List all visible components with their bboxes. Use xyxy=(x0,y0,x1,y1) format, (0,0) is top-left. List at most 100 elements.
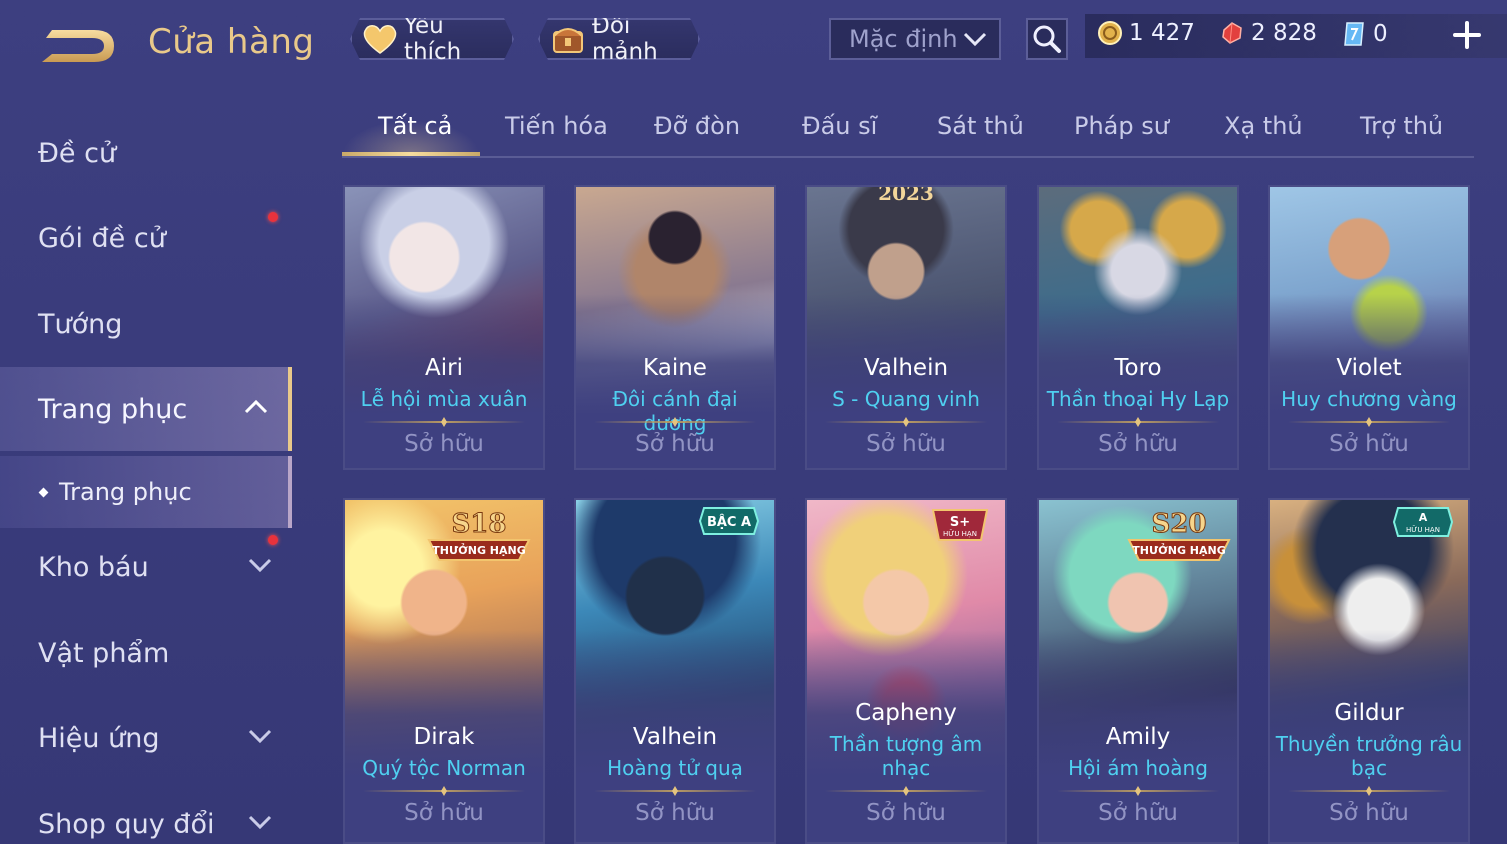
tab-all[interactable]: Tất cả xyxy=(378,112,452,140)
hero-name: Dirak xyxy=(413,724,475,750)
card-divider xyxy=(363,790,525,792)
top-bar: Cửa hàng Yêu thích Đổi mảnh Mặc định 1 4… xyxy=(0,0,1507,80)
card-divider xyxy=(825,421,987,423)
skin-card[interactable]: 2023 Valhein S - Quang vinh Sở hữu xyxy=(805,185,1007,470)
skin-name: Hoàng tử quạ xyxy=(607,756,743,780)
voucher-balance: 0 xyxy=(1341,20,1388,48)
tab-support[interactable]: Trợ thủ xyxy=(1360,112,1443,140)
owned-status: Sở hữu xyxy=(1329,800,1409,826)
owned-status: Sở hữu xyxy=(1098,431,1178,457)
card-divider xyxy=(1288,421,1450,423)
gold-coin-icon xyxy=(1097,20,1123,46)
tier-badge: S+ HỮU HẠN xyxy=(929,506,991,548)
owned-status: Sở hữu xyxy=(866,800,946,826)
sidebar-item-treasure[interactable]: Kho báu xyxy=(0,525,292,609)
card-divider xyxy=(594,790,756,792)
svg-text:S18: S18 xyxy=(452,509,507,539)
skin-name: Thuyền trưởng râu bạc xyxy=(1275,732,1463,780)
season-badge: S20 THƯỞNG HẠNG xyxy=(1123,506,1235,570)
skin-name: Huy chương vàng xyxy=(1281,387,1457,411)
skin-card[interactable]: S+ HỮU HẠN Capheny Thần tượng âm nhạc Sở… xyxy=(805,498,1007,844)
hero-name: Airi xyxy=(425,355,463,381)
skin-card[interactable]: Airi Lễ hội mùa xuân Sở hữu xyxy=(343,185,545,470)
chevron-down-icon xyxy=(963,32,987,47)
skin-name: Đôi cánh đại dương xyxy=(612,387,738,435)
exchange-shards-button[interactable]: Đổi mảnh xyxy=(538,18,700,60)
svg-text:THƯỞNG HẠNG: THƯỞNG HẠNG xyxy=(1132,543,1226,557)
sort-dropdown[interactable]: Mặc định xyxy=(829,18,1001,60)
treasure-chest-icon xyxy=(550,22,586,56)
hero-name: Gildur xyxy=(1334,700,1404,726)
skin-card[interactable]: S18 THƯỞNG HẠNG Dirak Quý tộc Norman Sở … xyxy=(343,498,545,844)
gold-balance: 1 427 xyxy=(1097,20,1195,46)
diamond-bullet-icon xyxy=(38,487,49,497)
skin-card[interactable]: S20 THƯỞNG HẠNG Amily Hội ám hoàng Sở hữ… xyxy=(1037,498,1239,844)
tab-marksman[interactable]: Xạ thủ xyxy=(1224,112,1303,140)
tab-tank[interactable]: Đỡ đòn xyxy=(654,112,740,140)
tab-fighter[interactable]: Đấu sĩ xyxy=(802,112,877,140)
card-divider xyxy=(825,790,987,792)
card-divider xyxy=(1057,421,1219,423)
skin-card[interactable]: Violet Huy chương vàng Sở hữu xyxy=(1268,185,1470,470)
add-currency-button[interactable] xyxy=(1452,20,1482,50)
svg-text:HỮU HẠN: HỮU HẠN xyxy=(943,529,977,538)
hero-name: Capheny xyxy=(855,700,957,726)
hero-name: Violet xyxy=(1336,355,1402,381)
sort-value: Mặc định xyxy=(849,25,958,53)
svg-text:S+: S+ xyxy=(950,515,970,530)
ruby-icon xyxy=(1219,20,1245,46)
sidebar-item-skins[interactable]: Trang phục xyxy=(0,367,292,451)
skin-card[interactable]: A HỮU HẠN Gildur Thuyền trưởng râu bạc S… xyxy=(1268,498,1470,844)
owned-status: Sở hữu xyxy=(1098,800,1178,826)
hero-name: Toro xyxy=(1114,355,1162,381)
sidebar-item-effects[interactable]: Hiệu ứng xyxy=(0,696,292,780)
sidebar-item-featured[interactable]: Đề cử xyxy=(0,111,292,195)
tab-mage[interactable]: Pháp sư xyxy=(1074,112,1169,140)
sidebar-subitem-skins[interactable]: Trang phục xyxy=(0,456,292,528)
search-icon xyxy=(1033,25,1061,53)
owned-status: Sở hữu xyxy=(1329,431,1409,457)
chevron-down-icon xyxy=(248,815,272,830)
svg-text:THƯỞNG HẠNG: THƯỞNG HẠNG xyxy=(432,543,526,557)
heart-icon xyxy=(362,23,398,55)
tab-evolution[interactable]: Tiến hóa xyxy=(505,112,608,140)
hero-name: Valhein xyxy=(863,355,949,381)
skin-name: Quý tộc Norman xyxy=(362,756,526,780)
card-divider xyxy=(594,421,756,423)
svg-text:S20: S20 xyxy=(1152,509,1207,539)
svg-text:HỮU HẠN: HỮU HẠN xyxy=(1406,525,1440,534)
skin-card[interactable]: Toro Thần thoại Hy Lạp Sở hữu xyxy=(1037,185,1239,470)
event-badge: 2023 xyxy=(878,185,934,205)
category-tabs: Tất cả Tiến hóa Đỡ đòn Đấu sĩ Sát thủ Ph… xyxy=(342,100,1474,158)
hero-name: Kaine xyxy=(643,355,707,381)
favorites-button[interactable]: Yêu thích xyxy=(350,18,514,60)
tab-assassin[interactable]: Sát thủ xyxy=(937,112,1024,140)
skin-card[interactable]: BẬC A Valhein Hoàng tử quạ Sở hữu xyxy=(574,498,776,844)
owned-status: Sở hữu xyxy=(404,431,484,457)
skin-name: S - Quang vinh xyxy=(832,387,980,411)
search-button[interactable] xyxy=(1026,18,1068,60)
currency-bar: 1 427 2 828 0 xyxy=(1085,14,1507,58)
exchange-label: Đổi mảnh xyxy=(592,13,658,65)
chevron-down-icon xyxy=(248,729,272,744)
hero-name: Amily xyxy=(1105,724,1171,750)
sidebar-item-heroes[interactable]: Tướng xyxy=(0,282,292,366)
sidebar-item-featured-bundles[interactable]: Gói đề cử xyxy=(0,196,292,280)
skin-card[interactable]: Kaine Đôi cánh đại dương Sở hữu xyxy=(574,185,776,470)
sidebar-item-items[interactable]: Vật phẩm xyxy=(0,611,292,695)
skin-name: Thần tượng âm nhạc xyxy=(829,732,983,780)
owned-status: Sở hữu xyxy=(635,800,715,826)
hero-name: Valhein xyxy=(632,724,718,750)
season-badge: S18 THƯỞNG HẠNG xyxy=(423,506,535,570)
chevron-up-icon xyxy=(244,399,268,414)
notification-dot xyxy=(268,212,278,222)
favorites-label: Yêu thích xyxy=(404,13,462,65)
back-arrow-icon[interactable] xyxy=(38,24,118,66)
sidebar-item-exchange-shop[interactable]: Shop quy đổi xyxy=(0,782,292,844)
ruby-balance: 2 828 xyxy=(1219,20,1317,46)
page-title: Cửa hàng xyxy=(148,22,315,62)
owned-status: Sở hữu xyxy=(404,800,484,826)
card-divider xyxy=(1057,790,1219,792)
skin-name: Thần thoại Hy Lạp xyxy=(1046,387,1230,411)
svg-text:BẬC A: BẬC A xyxy=(707,514,751,530)
